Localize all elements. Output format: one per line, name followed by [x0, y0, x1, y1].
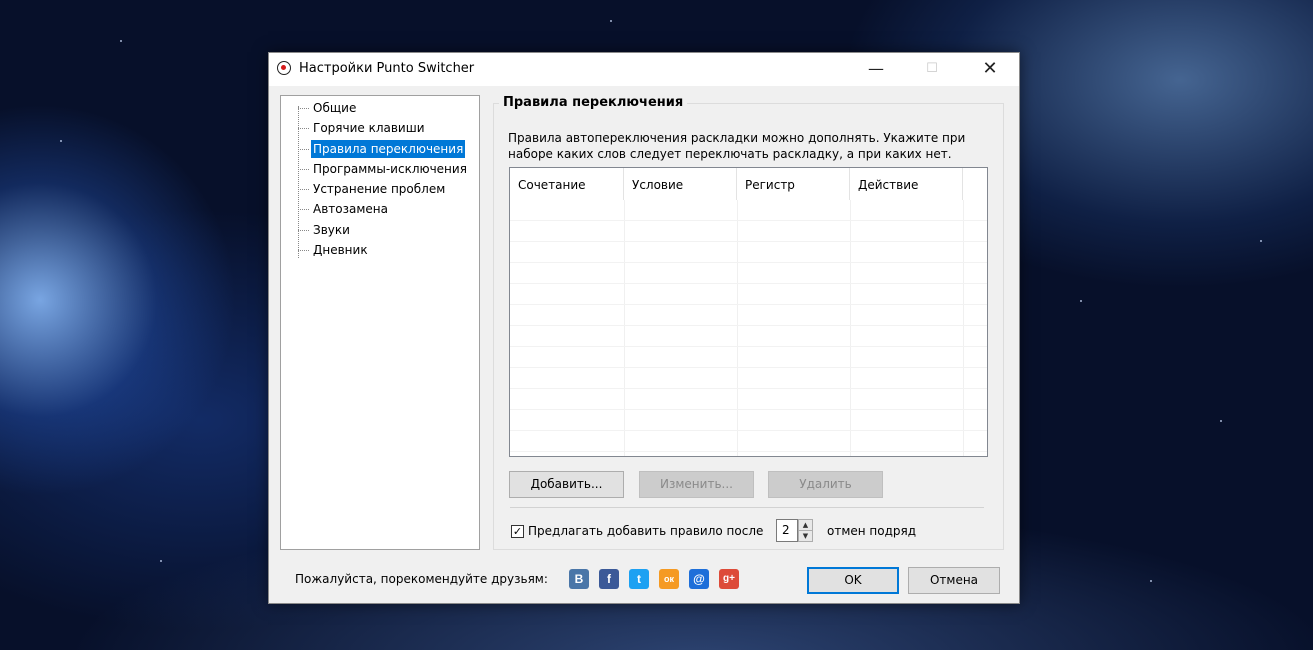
edit-rule-button[interactable]: Изменить...	[639, 471, 754, 498]
divider	[510, 507, 984, 508]
tree-item-label: Автозамена	[313, 202, 388, 216]
table-row[interactable]	[510, 305, 987, 326]
twitter-icon[interactable]: t	[629, 569, 649, 589]
add-rule-button[interactable]: Добавить...	[509, 471, 624, 498]
column-header-combination[interactable]: Сочетание	[510, 168, 624, 200]
settings-tree: Общие Горячие клавиши Правила переключен…	[280, 95, 480, 550]
tree-item-label: Горячие клавиши	[313, 121, 425, 135]
settings-window: Настройки Punto Switcher — ☐ ✕ Общие Гор…	[268, 52, 1020, 604]
table-row[interactable]	[510, 242, 987, 263]
column-header-action[interactable]: Действие	[850, 168, 963, 200]
odnoklassniki-icon[interactable]: ок	[659, 569, 679, 589]
tree-item-label: Общие	[313, 101, 357, 115]
table-row[interactable]	[510, 410, 987, 431]
undo-count-input[interactable]: 2	[776, 519, 798, 542]
column-header-condition[interactable]: Условие	[624, 168, 737, 200]
table-row[interactable]	[510, 347, 987, 368]
table-row[interactable]	[510, 263, 987, 284]
punto-switcher-icon	[277, 61, 291, 75]
rules-table[interactable]: Сочетание Условие Регистр Действие	[509, 167, 988, 457]
cancel-button[interactable]: Отмена	[908, 567, 1000, 594]
facebook-icon[interactable]: f	[599, 569, 619, 589]
minimize-button[interactable]: —	[853, 53, 899, 86]
ok-button[interactable]: OK	[807, 567, 899, 594]
stepper-up-icon[interactable]: ▲	[799, 520, 812, 531]
window-title: Настройки Punto Switcher	[299, 61, 475, 76]
column-header-case[interactable]: Регистр	[737, 168, 850, 200]
tree-item-label: Программы-исключения	[313, 162, 467, 176]
tree-item-label: Звуки	[313, 223, 350, 237]
googleplus-icon[interactable]: g+	[719, 569, 739, 589]
delete-rule-button[interactable]: Удалить	[768, 471, 883, 498]
tree-item-label: Правила переключения	[311, 140, 466, 158]
stepper-down-icon[interactable]: ▼	[799, 531, 812, 541]
table-row[interactable]	[510, 368, 987, 389]
table-row[interactable]	[510, 389, 987, 410]
tree-item-label: Дневник	[313, 243, 368, 257]
section-title: Правила переключения	[499, 95, 688, 110]
suggest-rule-label[interactable]: Предлагать добавить правило после	[528, 524, 763, 538]
table-row[interactable]	[510, 326, 987, 347]
suggest-rule-checkbox[interactable]: ✓	[511, 525, 524, 538]
rules-description: Правила автопереключения раскладки можно…	[508, 131, 966, 161]
vk-icon[interactable]: В	[569, 569, 589, 589]
table-row[interactable]	[510, 431, 987, 452]
undo-count-stepper[interactable]: ▲ ▼	[798, 519, 813, 542]
recommend-label: Пожалуйста, порекомендуйте друзьям:	[295, 572, 548, 586]
mailru-icon[interactable]: @	[689, 569, 709, 589]
maximize-button[interactable]: ☐	[909, 53, 955, 86]
table-row[interactable]	[510, 200, 987, 221]
table-row[interactable]	[510, 221, 987, 242]
table-row[interactable]	[510, 284, 987, 305]
tree-item-label: Устранение проблем	[313, 182, 446, 196]
close-button[interactable]: ✕	[967, 53, 1013, 86]
undo-count-suffix: отмен подряд	[827, 524, 917, 538]
title-bar[interactable]: Настройки Punto Switcher — ☐ ✕	[269, 53, 1019, 86]
